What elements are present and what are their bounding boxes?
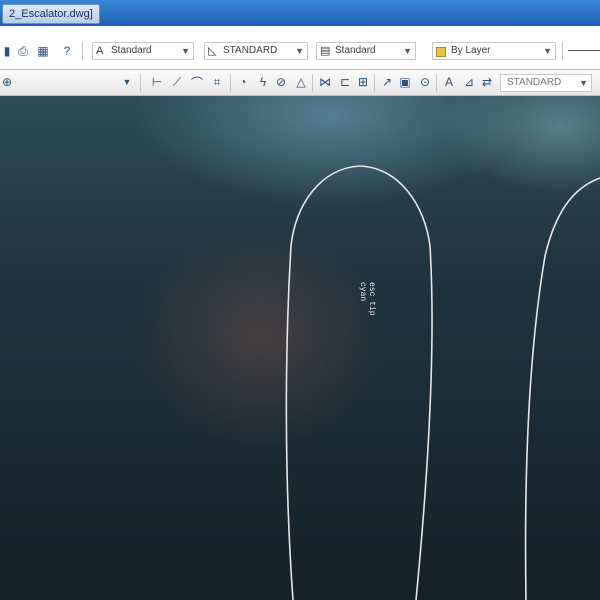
diameter-icon[interactable]: ⊘	[274, 75, 288, 89]
title-bar: 2_Escalator.dwg]	[0, 0, 600, 26]
dimension-toolbar: ⊕ ▼ ⊢ ⟋ ⌒ ⌗ ◔ ϟ ⊘ △ ⋈ ⊏ ⊞ ↗ ▣ ⊙ A ⊿ ⇄ ST…	[0, 70, 600, 96]
print-icon[interactable]: ⎙	[16, 44, 30, 58]
table-style-icon: ▤	[320, 45, 331, 57]
dim-style-value: STANDARD	[223, 45, 278, 56]
snap-icon[interactable]: ⊕	[0, 75, 14, 89]
dim-style-icon: ◺	[208, 45, 217, 57]
table-style-value: Standard	[335, 45, 376, 56]
help-icon[interactable]: ?	[60, 44, 74, 58]
drawing-canvas[interactable]: esc tip cyan	[0, 96, 600, 600]
table-style-dropdown[interactable]: ▤ Standard ▼	[316, 42, 416, 60]
open-icon[interactable]: ▮	[0, 44, 14, 58]
escalator-tip-outline-2[interactable]	[524, 177, 600, 600]
chevron-down-icon[interactable]: ▼	[120, 75, 134, 89]
dim-edit-icon[interactable]: A	[442, 75, 456, 89]
chevron-down-icon: ▼	[181, 46, 190, 56]
separator	[374, 74, 375, 92]
dim-text-edit-icon[interactable]: ⊿	[462, 75, 476, 89]
arc-length-icon[interactable]: ⌒	[190, 75, 204, 90]
text-style-icon: A	[96, 45, 104, 57]
separator	[82, 42, 83, 60]
angular-icon[interactable]: △	[294, 75, 308, 89]
continue-icon[interactable]: ⊞	[356, 75, 370, 89]
linear-dim-icon[interactable]: ⊢	[150, 75, 164, 89]
drawing-label-2[interactable]: cyan	[358, 282, 367, 301]
layer-dropdown[interactable]: By Layer ▼	[432, 42, 556, 60]
document-tab[interactable]: 2_Escalator.dwg]	[2, 4, 100, 24]
chevron-down-icon: ▼	[579, 78, 588, 88]
radius-icon[interactable]: ◔	[236, 75, 250, 89]
dim-style-dropdown[interactable]: ◺ STANDARD ▼	[204, 42, 308, 60]
center-mark-icon[interactable]: ⊙	[418, 75, 432, 89]
separator	[562, 42, 563, 60]
separator	[230, 74, 231, 92]
quick-dim-icon[interactable]: ⋈	[318, 75, 332, 89]
text-style-dropdown[interactable]: A Standard ▼	[92, 42, 194, 60]
aligned-dim-icon[interactable]: ⟋	[170, 75, 184, 89]
drawing-geometry	[285, 165, 600, 600]
calculator-icon[interactable]: ▦	[36, 44, 50, 58]
drawing-label-1[interactable]: esc tip	[367, 282, 376, 316]
leader-icon[interactable]: ↗	[380, 75, 394, 89]
ordinate-icon[interactable]: ⌗	[210, 75, 224, 89]
escalator-tip-outline[interactable]	[285, 165, 433, 600]
layer-color-swatch	[436, 47, 446, 57]
dim-style-dropdown-2[interactable]: STANDARD ▼	[500, 74, 592, 92]
chevron-down-icon: ▼	[403, 46, 412, 56]
dim-style-value-2: STANDARD	[507, 77, 562, 88]
chevron-down-icon: ▼	[295, 46, 304, 56]
separator	[436, 74, 437, 92]
linetype-preview[interactable]	[568, 50, 600, 51]
tolerance-icon[interactable]: ▣	[398, 75, 412, 89]
text-style-value: Standard	[111, 45, 152, 56]
chevron-down-icon: ▼	[543, 46, 552, 56]
baseline-icon[interactable]: ⊏	[338, 75, 352, 89]
separator	[140, 74, 141, 92]
styles-toolbar: ▮ ⎙ ▦ ? A Standard ▼ ◺ STANDARD ▼ ▤ Stan…	[0, 26, 600, 70]
jogged-icon[interactable]: ϟ	[256, 75, 270, 89]
dim-update-icon[interactable]: ⇄	[480, 75, 494, 89]
layer-value: By Layer	[451, 45, 491, 56]
separator	[312, 74, 313, 92]
